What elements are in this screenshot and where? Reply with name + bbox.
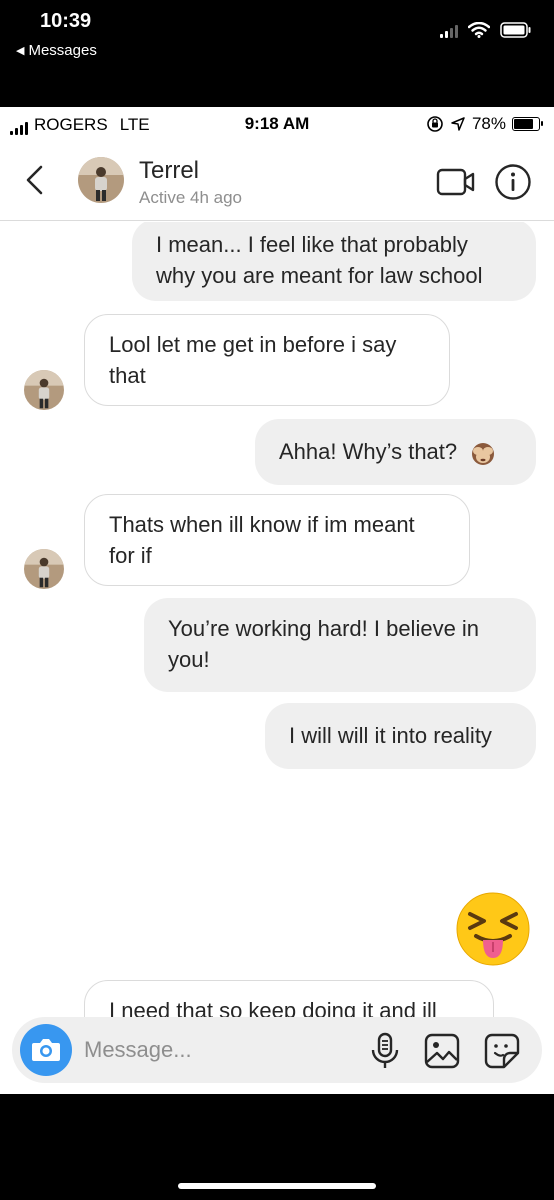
incoming-message-bubble[interactable]: Thats when ill know if im meant for if [84, 494, 470, 586]
back-chevron-icon[interactable] [22, 163, 48, 197]
contact-name[interactable]: Terrel [139, 157, 199, 185]
back-to-messages-label: Messages [28, 42, 97, 59]
screenshot-frame: ROGERS LTE 9:18 AM 78% Terrel Active 4h … [0, 107, 554, 1094]
outgoing-message-bubble[interactable]: Ahha! Why’s that? [255, 419, 536, 485]
message-thread[interactable]: I mean... I feel like that probably why … [0, 222, 554, 1017]
info-icon[interactable] [494, 163, 532, 201]
camera-icon [32, 1039, 60, 1061]
camera-button[interactable] [20, 1024, 72, 1076]
sender-photo [24, 370, 64, 410]
sender-avatar[interactable] [24, 370, 64, 410]
message-text: Ahha! Why’s that? [279, 439, 458, 464]
incoming-message-bubble[interactable]: Lool let me get in before i say that [84, 314, 450, 406]
incoming-message-bubble[interactable]: I need that so keep doing it and ill giv… [84, 980, 494, 1017]
wifi-icon [468, 22, 490, 38]
outgoing-message-bubble[interactable]: I mean... I feel like that probably why … [132, 222, 536, 301]
sender-avatar[interactable] [24, 549, 64, 589]
message-composer [12, 1017, 542, 1083]
device-status-icons [440, 22, 532, 38]
gallery-icon[interactable] [424, 1033, 460, 1069]
message-text: I will will it into reality [289, 723, 492, 748]
cellular-signal-icon [440, 24, 458, 38]
message-text: Lool let me get in before i say that [109, 332, 397, 388]
inner-status-bar: ROGERS LTE 9:18 AM 78% [0, 107, 554, 141]
contact-avatar[interactable] [78, 157, 124, 203]
squinting-face-with-tongue-icon[interactable] [456, 892, 530, 966]
device-battery-icon [500, 22, 531, 38]
battery-level-fill [514, 119, 533, 129]
home-area [0, 1094, 554, 1200]
inner-status-icons: 78% [426, 114, 543, 134]
message-text: I need that so keep doing it and ill giv… [109, 998, 437, 1017]
orientation-lock-icon [427, 116, 443, 132]
outgoing-message-bubble[interactable]: You’re working hard! I believe in you! [144, 598, 536, 692]
microphone-icon[interactable] [370, 1032, 400, 1070]
back-triangle-icon: ◀ [16, 45, 25, 57]
outgoing-message-bubble[interactable]: I will will it into reality [265, 703, 536, 769]
home-indicator[interactable] [178, 1183, 376, 1189]
contact-activity-status: Active 4h ago [139, 188, 243, 207]
device-status-bar: 10:39 ◀ Messages [0, 0, 554, 107]
battery-percent: 78% [471, 114, 506, 133]
message-text: I mean... I feel like that probably why … [156, 232, 483, 288]
contact-photo [78, 157, 124, 203]
back-to-messages-link[interactable]: ◀ Messages [16, 42, 97, 59]
message-input[interactable] [84, 1034, 334, 1066]
see-no-evil-monkey-icon [472, 443, 495, 466]
message-text: You’re working hard! I believe in you! [168, 616, 480, 672]
sender-photo [24, 549, 64, 589]
sticker-icon[interactable] [484, 1033, 520, 1069]
location-arrow-icon [451, 117, 465, 131]
video-call-icon[interactable] [436, 167, 476, 197]
message-text: Thats when ill know if im meant for if [109, 512, 415, 568]
chat-header: Terrel Active 4h ago [0, 141, 554, 221]
device-clock: 10:39 [40, 10, 92, 32]
battery-icon [512, 117, 543, 131]
